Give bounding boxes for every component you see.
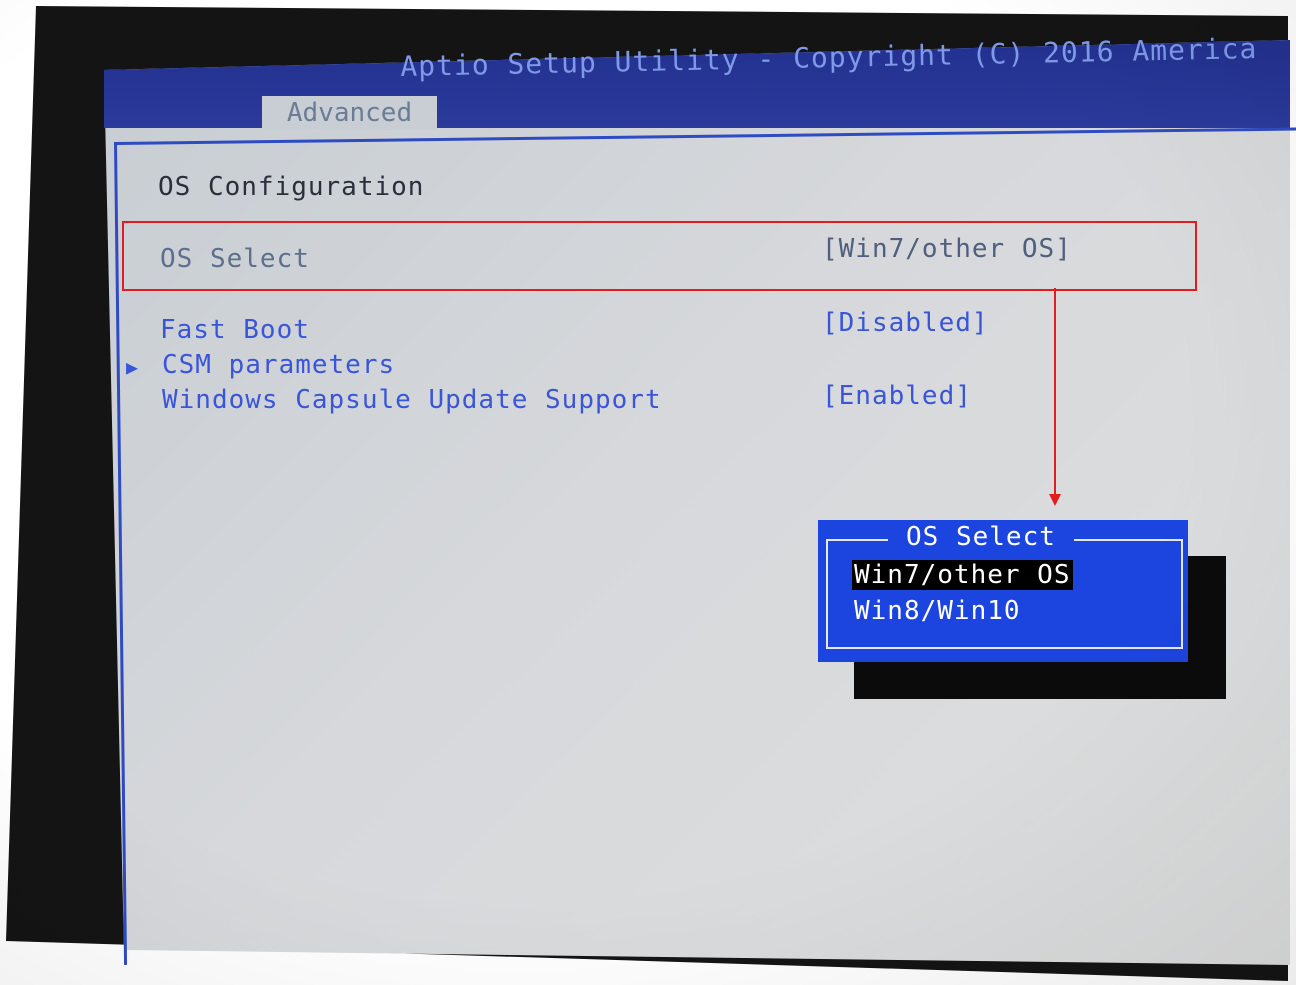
popup-option-win7[interactable]: Win7/other OS [852, 560, 1073, 590]
popup-option-win8[interactable]: Win8/Win10 [854, 596, 1021, 626]
submenu-arrow-icon: ▶ [126, 355, 139, 379]
bios-photo: Aptio Setup Utility - Copyright (C) 2016… [0, 0, 1296, 985]
annotation-arrowhead-icon [1049, 494, 1061, 506]
setting-fast-boot-value[interactable]: [Disabled] [822, 308, 989, 338]
popup-title: OS Select [888, 522, 1074, 552]
annotation-highlight-box [122, 221, 1197, 291]
annotation-arrow-line [1054, 288, 1056, 496]
setting-windows-capsule-value[interactable]: [Enabled] [822, 381, 972, 411]
popup-border [826, 539, 1183, 649]
setting-fast-boot-label[interactable]: Fast Boot [160, 315, 310, 345]
setting-windows-capsule-label[interactable]: Windows Capsule Update Support [162, 385, 662, 415]
section-heading: OS Configuration [158, 172, 425, 202]
tab-advanced[interactable]: Advanced [262, 96, 437, 130]
setting-csm-parameters-label[interactable]: CSM parameters [162, 350, 395, 380]
